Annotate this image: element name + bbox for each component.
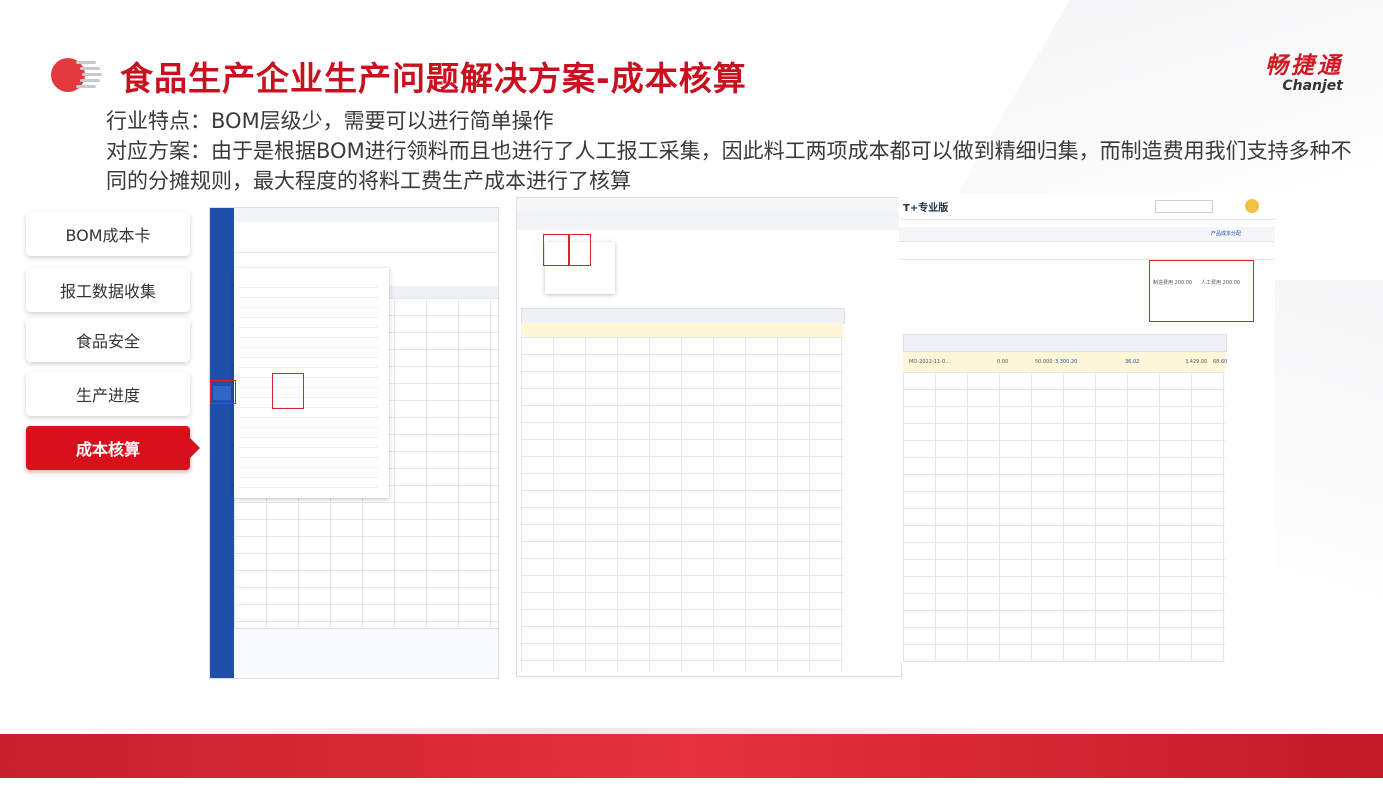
screenshot-cost-allocation bbox=[516, 197, 902, 677]
nav-item-production-progress[interactable]: 生产进度 bbox=[26, 372, 190, 416]
app-tabbar: 产品成本分配 bbox=[899, 227, 1275, 242]
grid-header bbox=[903, 334, 1227, 352]
industry-feature-text: 行业特点：BOM层级少，需要可以进行简单操作 bbox=[106, 109, 554, 133]
grid-body bbox=[521, 337, 843, 672]
slide-body: 行业特点：BOM层级少，需要可以进行简单操作 对应方案：由于是根据BOM进行领料… bbox=[106, 106, 1356, 196]
grid-selected-row bbox=[521, 323, 843, 337]
brand-name-cn: 畅捷通 bbox=[1265, 53, 1343, 79]
nav-item-food-safety[interactable]: 食品安全 bbox=[26, 318, 190, 362]
screenshot-menu bbox=[209, 207, 499, 679]
row-value: 3,300.20 bbox=[1055, 359, 1078, 365]
slide-title: 食品生产企业生产问题解决方案-成本核算 bbox=[120, 59, 747, 98]
avatar[interactable] bbox=[1245, 199, 1259, 213]
topic-nav: BOM成本卡 报工数据收集 食品安全 生产进度 成本核算 bbox=[26, 212, 200, 482]
app-toolbar bbox=[234, 222, 498, 253]
app-name: T+专业版 bbox=[903, 203, 949, 214]
search-input[interactable] bbox=[1155, 200, 1213, 213]
highlight-box bbox=[210, 380, 236, 404]
row-qty: 0.00 bbox=[997, 359, 1009, 365]
row-code: MO-2022-11-0... bbox=[909, 359, 950, 365]
title-logo-icon bbox=[51, 58, 102, 92]
solution-text: 对应方案：由于是根据BOM进行领料而且也进行了人工报工采集，因此料工两项成本都可… bbox=[106, 139, 1352, 193]
app-tabbar bbox=[234, 208, 498, 223]
app-titlebar bbox=[517, 198, 901, 213]
row-value: 3,429.00 bbox=[1185, 359, 1208, 365]
footer-bar bbox=[234, 628, 498, 678]
grid-header bbox=[521, 308, 845, 324]
highlight-box bbox=[543, 234, 569, 266]
app-toolbar bbox=[899, 241, 1275, 260]
app-sidebar bbox=[210, 208, 234, 678]
grid-body bbox=[903, 372, 1225, 662]
row-value: 68.60 bbox=[1213, 359, 1228, 365]
screenshot-cost-result: T+专业版 产品成本分配 制造费用 200.00 人工费用 200.00 MO-… bbox=[899, 193, 1275, 663]
highlight-box bbox=[1149, 260, 1254, 322]
row-value: 36.02 bbox=[1125, 359, 1140, 365]
tab-cost-allocation[interactable]: 产品成本分配 bbox=[1211, 230, 1241, 237]
nav-item-work-report[interactable]: 报工数据收集 bbox=[26, 268, 190, 312]
app-header: T+专业版 bbox=[899, 193, 1275, 220]
app-tabbar bbox=[517, 212, 901, 231]
highlight-box bbox=[272, 373, 304, 409]
brand-name-en: Chanjet bbox=[1282, 78, 1343, 94]
brand-logo: 畅捷通 Chanjet bbox=[1265, 46, 1343, 94]
highlight-box bbox=[569, 234, 591, 266]
nav-item-bom-cost-card[interactable]: BOM成本卡 bbox=[26, 212, 190, 256]
active-arrow-icon bbox=[190, 438, 200, 458]
nav-item-cost-accounting[interactable]: 成本核算 bbox=[26, 426, 200, 470]
row-value: 50.000 bbox=[1035, 359, 1053, 365]
footer-band bbox=[0, 734, 1383, 778]
menu-popup bbox=[234, 268, 389, 498]
grid-selected-row[interactable]: MO-2022-11-0... 0.00 50.000 3,300.20 36.… bbox=[903, 352, 1228, 372]
